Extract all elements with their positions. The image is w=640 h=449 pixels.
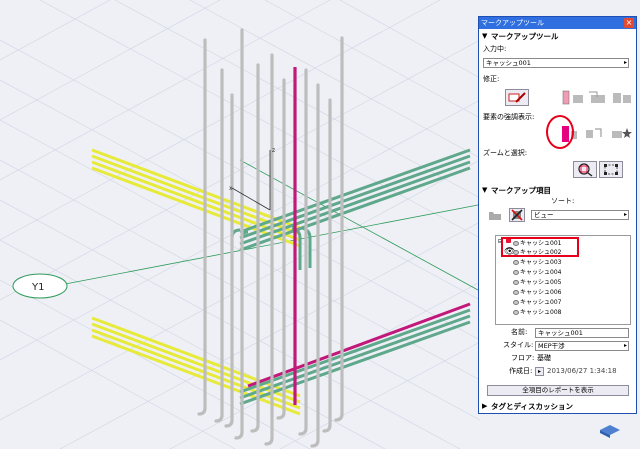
remove-from-markup-button[interactable] bbox=[609, 89, 633, 106]
pencil-icon bbox=[508, 92, 526, 103]
selected-item-red-box bbox=[501, 237, 579, 257]
markup-item-icon bbox=[513, 290, 519, 295]
tree-item[interactable]: キャッシュ004 bbox=[513, 269, 562, 277]
tree-item[interactable]: キャッシュ007 bbox=[513, 299, 562, 307]
highlight-red-circle bbox=[546, 115, 574, 149]
report-all-button-label: 全項目のレポートを表示 bbox=[522, 386, 594, 394]
comment-element-icon bbox=[589, 91, 605, 103]
tree-item-label: キャッシュ007 bbox=[520, 299, 562, 306]
tree-item[interactable]: キャッシュ006 bbox=[513, 289, 562, 297]
play-arrow-icon: ▸ bbox=[537, 368, 541, 375]
name-label: 名前: bbox=[511, 328, 528, 336]
floor-label: フロア: bbox=[511, 354, 535, 362]
add-to-markup-button[interactable] bbox=[561, 89, 585, 106]
edit-markup-button[interactable] bbox=[505, 89, 529, 106]
name-field[interactable]: キャッシュ001 bbox=[535, 328, 629, 338]
zoom-to-markup-button[interactable] bbox=[573, 161, 597, 178]
style-dropdown-value: MEP干渉 bbox=[538, 342, 565, 350]
zoom-icon bbox=[578, 163, 593, 177]
markup-item-icon bbox=[513, 310, 519, 315]
edit-label: 修正: bbox=[483, 75, 500, 83]
new-folder-button[interactable] bbox=[487, 208, 503, 222]
markup-item-icon bbox=[513, 280, 519, 285]
name-field-value: キャッシュ001 bbox=[538, 329, 583, 337]
markup-item-icon bbox=[513, 260, 519, 265]
select-icon bbox=[604, 164, 618, 175]
markup-item-icon bbox=[513, 300, 519, 305]
close-icon: × bbox=[625, 18, 633, 27]
input-dropdown-value: キャッシュ001 bbox=[486, 59, 531, 67]
tree-item-label: キャッシュ005 bbox=[520, 279, 562, 286]
markup-item-icon bbox=[513, 270, 519, 275]
folder-icon bbox=[489, 212, 501, 220]
section-header-markup-items[interactable]: ▼ マークアップ項目 bbox=[479, 185, 636, 196]
section-title-tags: タグとディスカッション bbox=[491, 402, 573, 411]
delete-x-icon bbox=[511, 209, 523, 221]
section-header-tags[interactable]: ▶ タグとディスカッション bbox=[479, 401, 636, 412]
section-title-markup-tool: マークアップツール bbox=[491, 32, 559, 41]
tree-item[interactable]: キャッシュ005 bbox=[513, 279, 562, 287]
collapse-triangle-icon: ▼ bbox=[482, 186, 488, 194]
axis-z-label: z bbox=[272, 147, 275, 154]
markup-tool-palette: マークアップツール × ▼ マークアップツール 入力中: キャッシュ001 ▸ … bbox=[478, 16, 637, 414]
style-label: スタイル: bbox=[503, 341, 534, 349]
input-label: 入力中: bbox=[483, 45, 507, 53]
tree-item[interactable]: キャッシュ003 bbox=[513, 259, 562, 267]
highlight-label: 要素の強調表示: bbox=[483, 113, 535, 121]
section-header-markup-tool[interactable]: ▼ マークアップツール bbox=[479, 31, 636, 42]
markup-items-tree[interactable]: ⊟ 👁 キャッシュ001 キャッシュ002 キャッシュ003 キャッシュ004 … bbox=[495, 235, 631, 325]
report-all-button[interactable]: 全項目のレポートを表示 bbox=[487, 385, 629, 396]
close-button[interactable]: × bbox=[624, 18, 634, 28]
delete-markup-button[interactable] bbox=[509, 208, 525, 222]
collapse-triangle-icon: ▼ bbox=[482, 32, 488, 40]
sort-dropdown-value: ビュー bbox=[534, 211, 554, 219]
grid-bubble-label: Y1 bbox=[31, 282, 44, 293]
select-elements-button[interactable] bbox=[599, 161, 623, 178]
expand-triangle-icon: ▶ bbox=[482, 402, 488, 410]
add-comment-button[interactable] bbox=[585, 89, 609, 106]
add-element-icon bbox=[562, 90, 583, 105]
zoom-select-label: ズームと選択: bbox=[483, 149, 528, 157]
sort-label: ソート: bbox=[551, 197, 575, 205]
star-element-icon bbox=[612, 128, 632, 138]
highlight-off-button[interactable] bbox=[609, 125, 633, 142]
tree-item-label: キャッシュ006 bbox=[520, 289, 562, 296]
input-dropdown[interactable]: キャッシュ001 ▸ bbox=[483, 58, 629, 68]
created-label: 作成日: bbox=[509, 367, 533, 375]
tree-item-label: キャッシュ008 bbox=[520, 309, 562, 316]
sort-dropdown[interactable]: ビュー ▸ bbox=[531, 210, 629, 220]
created-value: 2013/06/27 1:34:18 bbox=[547, 367, 617, 375]
section-title-markup-items: マークアップ項目 bbox=[491, 186, 551, 195]
palette-title: マークアップツール bbox=[481, 19, 544, 27]
dropdown-arrow-icon: ▸ bbox=[623, 342, 627, 349]
tree-item[interactable]: キャッシュ008 bbox=[513, 309, 562, 317]
dropdown-arrow-icon: ▸ bbox=[623, 211, 627, 218]
tree-item-label: キャッシュ003 bbox=[520, 259, 562, 266]
created-info-button[interactable]: ▸ bbox=[535, 367, 544, 376]
palette-titlebar[interactable]: マークアップツール × bbox=[479, 17, 636, 29]
style-dropdown[interactable]: MEP干渉 ▸ bbox=[535, 341, 629, 351]
highlight-original-button[interactable] bbox=[583, 125, 607, 142]
axis-x-label: x bbox=[229, 185, 233, 192]
original-color-icon bbox=[586, 128, 602, 138]
remove-element-icon bbox=[613, 93, 631, 103]
dropdown-arrow-icon: ▸ bbox=[623, 59, 627, 66]
floor-value: 基礎 bbox=[537, 354, 551, 362]
tree-item-label: キャッシュ004 bbox=[520, 269, 562, 276]
